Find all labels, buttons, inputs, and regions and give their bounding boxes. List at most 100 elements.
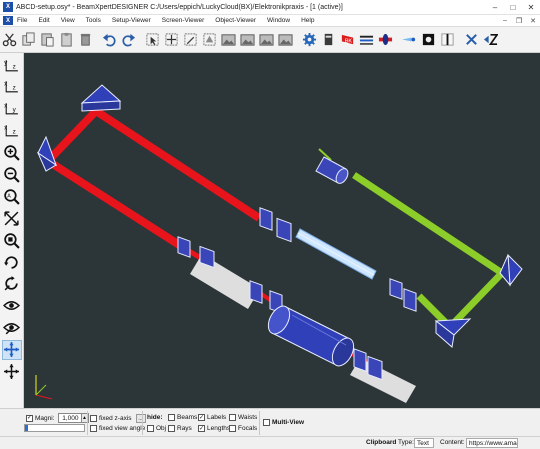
fixed-view-angle-checkbox[interactable] [90,425,97,432]
rotate-icon[interactable] [2,252,22,272]
magni-checkbox[interactable]: ✓ [26,414,33,422]
menu-file[interactable]: File [17,17,27,24]
pan-icon[interactable] [1,339,22,360]
menu-tools[interactable]: Tools [86,17,101,24]
view-zy-icon[interactable]: xz [2,121,22,141]
fixed-z-axis-checkbox[interactable] [90,415,97,422]
divider [259,411,260,435]
edit-object-icon[interactable] [181,30,200,50]
image-4-icon[interactable] [276,30,295,50]
view-xz-icon[interactable]: yz [2,55,22,75]
zoom-out-icon[interactable] [2,164,22,184]
settings-icon[interactable] [300,30,319,50]
clipboard-label: Clipboard [366,439,397,446]
minimize-button[interactable]: – [486,0,504,15]
maximize-button[interactable]: □ [504,0,522,15]
hide-rays-checkbox[interactable] [168,425,175,432]
svg-text:y: y [13,107,17,114]
scissors-icon[interactable] [0,30,19,50]
black-box-icon[interactable] [419,30,438,50]
hide-lengths-checkbox[interactable]: ✓ [198,425,205,432]
hide-rays-label: Rays [177,425,192,432]
menu-object-viewer[interactable]: Object-Viewer [215,17,256,24]
menu-edit[interactable]: Edit [38,17,49,24]
close-button[interactable]: ✕ [522,0,540,15]
divider [142,411,143,435]
slit-icon[interactable] [438,30,457,50]
clone-icon[interactable] [200,30,219,50]
undo-icon[interactable] [100,30,119,50]
eye-2-icon[interactable] [2,318,22,338]
marker-icon[interactable]: BK [338,30,357,50]
menu-logo-icon: X [3,16,13,25]
hide-obj-label: Obj [156,425,167,432]
hide-focals-checkbox[interactable] [229,425,236,432]
paste-icon[interactable] [38,30,57,50]
ruler-icon[interactable] [319,30,338,50]
hide-waists-label: Waists [238,414,258,421]
menu-view[interactable]: View [61,17,75,24]
content-field: https://www.ama... [466,438,518,448]
move-icon[interactable] [162,30,181,50]
menu-window[interactable]: Window [267,17,290,24]
magni-input[interactable]: 1,000 [57,413,82,423]
fixed-z-axis-control: fixed z-axis ... [90,414,146,423]
hide-beams-control: Beams [168,414,197,421]
hide-waists-checkbox[interactable] [229,414,236,421]
menu-setup-viewer[interactable]: Setup-Viewer [112,17,151,24]
z-axis-icon[interactable] [481,30,500,50]
fit-all-icon[interactable] [2,208,22,228]
hide-obj-checkbox[interactable] [147,425,154,432]
clipboard-icon[interactable] [57,30,76,50]
fixed-view-angle-control: fixed view angle [90,425,145,432]
lens-sheet-icon[interactable] [357,30,376,50]
axes-gizmo [35,375,53,400]
setup-3d-viewport[interactable] [24,53,540,408]
optic-block-right [389,278,417,312]
hide-focals-label: Focals [238,425,258,432]
multi-view-checkbox[interactable] [263,419,270,426]
zoom-fit-icon[interactable]: A [2,186,22,206]
trash-icon[interactable] [76,30,95,50]
mdi-minimize-button[interactable]: – [498,17,512,25]
optic-block-upper [259,207,292,243]
magni-slider-fill [25,425,28,431]
prism-bottom [434,318,472,348]
zoom-x-icon[interactable] [462,30,481,50]
redo-icon[interactable] [119,30,138,50]
reset-view-icon[interactable] [2,274,22,294]
view-sidebar: yz xz xy xz A [0,53,24,408]
more-button[interactable]: ... [135,414,146,423]
hide-lengths-control: ✓ Lengths [198,425,230,432]
mdi-window-controls: – ❐ ✕ [498,17,540,25]
view-yz-icon[interactable]: xz [2,77,22,97]
view-controls-bar: ✓ Magni: 1,000 ▲ fixed z-axis ... fixed … [0,408,540,436]
move-all-icon[interactable] [2,361,22,381]
copy-icon[interactable] [19,30,38,50]
hide-waists-control: Waists [229,414,257,421]
view-zx-icon[interactable]: xy [2,99,22,119]
mdi-restore-button[interactable]: ❐ [512,17,526,25]
hide-lengths-label: Lengths [207,425,231,432]
menu-screen-viewer[interactable]: Screen-Viewer [162,17,205,24]
hide-labels-checkbox[interactable]: ✓ [198,414,205,421]
eye-icon[interactable] [2,296,22,316]
image-3-icon[interactable] [257,30,276,50]
beam-icon[interactable] [400,30,419,50]
hide-focals-control: Focals [229,425,257,432]
menu-help[interactable]: Help [301,17,314,24]
image-icon[interactable] [219,30,238,50]
svg-text:z: z [13,129,16,136]
lens-flip-icon[interactable] [376,30,395,50]
app-window: X ABCD-setup.osy* - BeamXpertDESIGNER C:… [0,0,540,449]
hide-obj-control: Obj [147,425,166,432]
image-2-icon[interactable] [238,30,257,50]
mdi-close-button[interactable]: ✕ [526,17,540,25]
hide-rays-control: Rays [168,425,192,432]
zoom-in-icon[interactable] [2,143,22,163]
hide-beams-checkbox[interactable] [168,414,175,421]
magni-slider[interactable] [24,424,85,432]
zoom-area-icon[interactable] [2,230,22,250]
pick-icon[interactable] [143,30,162,50]
hide-label: hide: [147,414,163,421]
